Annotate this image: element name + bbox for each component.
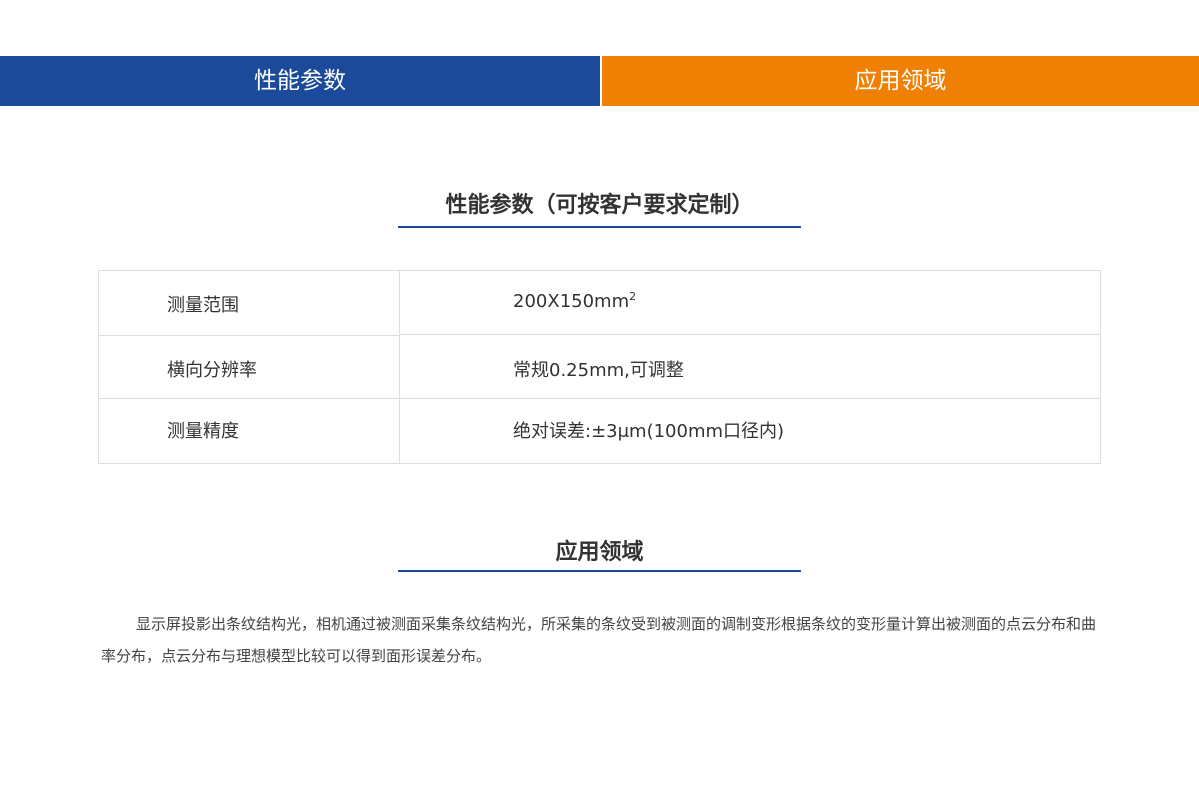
spec-table: 测量范围 200X150mm2 横向分辨率 常规0.25mm,可调整 测量精度 …: [98, 270, 1101, 464]
spec-label: 测量精度: [167, 421, 239, 442]
spec-value: 200X150mm2: [513, 290, 637, 312]
application-description: 显示屏投影出条纹结构光，相机通过被测面采集条纹结构光，所采集的条纹受到被测面的调…: [101, 615, 1097, 665]
params-section-underline: [398, 226, 801, 228]
tab-bar: 性能参数 应用领域: [0, 56, 1199, 106]
table-column-divider: [399, 271, 400, 463]
tab-application-fields[interactable]: 应用领域: [602, 56, 1199, 106]
apps-section-underline: [398, 570, 801, 572]
tab-performance-params[interactable]: 性能参数: [0, 56, 600, 106]
table-row-divider: [99, 398, 1100, 399]
superscript: 2: [629, 290, 637, 303]
spec-value: 常规0.25mm,可调整: [513, 360, 684, 381]
params-section-title: 性能参数（可按客户要求定制）: [445, 193, 754, 218]
spec-label: 横向分辨率: [167, 360, 257, 381]
spec-value: 绝对误差:±3μm(100mm口径内): [513, 421, 785, 442]
table-row-divider: [399, 334, 1100, 335]
apps-section-title: 应用领域: [555, 540, 644, 565]
spec-label: 测量范围: [167, 295, 239, 316]
table-row-divider: [99, 335, 399, 336]
